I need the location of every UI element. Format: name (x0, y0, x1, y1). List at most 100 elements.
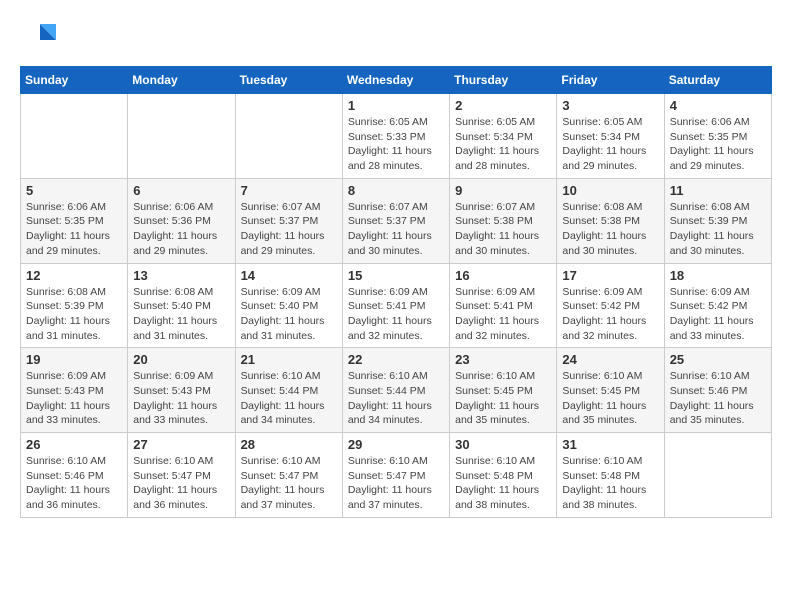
calendar-table: SundayMondayTuesdayWednesdayThursdayFrid… (20, 66, 772, 518)
day-number: 30 (455, 437, 551, 452)
day-info: Sunrise: 6:05 AMSunset: 5:34 PMDaylight:… (455, 115, 551, 174)
day-info: Sunrise: 6:09 AMSunset: 5:43 PMDaylight:… (133, 369, 229, 428)
weekday-header-thursday: Thursday (450, 67, 557, 94)
weekday-header-tuesday: Tuesday (235, 67, 342, 94)
day-number: 10 (562, 183, 658, 198)
calendar-cell: 25 Sunrise: 6:10 AMSunset: 5:46 PMDayligh… (664, 348, 771, 433)
calendar-cell: 23 Sunrise: 6:10 AMSunset: 5:45 PMDayligh… (450, 348, 557, 433)
day-number: 9 (455, 183, 551, 198)
day-info: Sunrise: 6:10 AMSunset: 5:45 PMDaylight:… (562, 369, 658, 428)
day-info: Sunrise: 6:09 AMSunset: 5:41 PMDaylight:… (348, 285, 444, 344)
day-number: 20 (133, 352, 229, 367)
calendar-cell: 13 Sunrise: 6:08 AMSunset: 5:40 PMDayligh… (128, 263, 235, 348)
day-info: Sunrise: 6:08 AMSunset: 5:40 PMDaylight:… (133, 285, 229, 344)
calendar-cell: 14 Sunrise: 6:09 AMSunset: 5:40 PMDayligh… (235, 263, 342, 348)
day-number: 7 (241, 183, 337, 198)
day-number: 22 (348, 352, 444, 367)
week-row-5: 26 Sunrise: 6:10 AMSunset: 5:46 PMDayligh… (21, 433, 772, 518)
calendar-cell: 28 Sunrise: 6:10 AMSunset: 5:47 PMDayligh… (235, 433, 342, 518)
week-row-1: 1 Sunrise: 6:05 AMSunset: 5:33 PMDaylight… (21, 94, 772, 179)
calendar-cell: 7Sunrise: 6:07 AMSunset: 5:37 PMDaylight… (235, 178, 342, 263)
calendar-cell (664, 433, 771, 518)
day-number: 5 (26, 183, 122, 198)
day-number: 4 (670, 98, 766, 113)
header (20, 20, 772, 56)
day-number: 2 (455, 98, 551, 113)
day-number: 29 (348, 437, 444, 452)
day-info: Sunrise: 6:07 AMSunset: 5:37 PMDaylight:… (348, 200, 444, 259)
calendar-cell: 8Sunrise: 6:07 AMSunset: 5:37 PMDaylight… (342, 178, 449, 263)
week-row-2: 5 Sunrise: 6:06 AMSunset: 5:35 PMDaylight… (21, 178, 772, 263)
day-info: Sunrise: 6:10 AMSunset: 5:44 PMDaylight:… (348, 369, 444, 428)
calendar-cell: 1 Sunrise: 6:05 AMSunset: 5:33 PMDaylight… (342, 94, 449, 179)
day-number: 1 (348, 98, 444, 113)
day-info: Sunrise: 6:09 AMSunset: 5:40 PMDaylight:… (241, 285, 337, 344)
day-info: Sunrise: 6:09 AMSunset: 5:42 PMDaylight:… (670, 285, 766, 344)
day-info: Sunrise: 6:10 AMSunset: 5:48 PMDaylight:… (455, 454, 551, 513)
day-number: 21 (241, 352, 337, 367)
day-info: Sunrise: 6:10 AMSunset: 5:47 PMDaylight:… (241, 454, 337, 513)
day-number: 12 (26, 268, 122, 283)
calendar-cell: 16Sunrise: 6:09 AMSunset: 5:41 PMDayligh… (450, 263, 557, 348)
day-number: 3 (562, 98, 658, 113)
calendar-cell: 9 Sunrise: 6:07 AMSunset: 5:38 PMDaylight… (450, 178, 557, 263)
day-number: 27 (133, 437, 229, 452)
day-info: Sunrise: 6:05 AMSunset: 5:34 PMDaylight:… (562, 115, 658, 174)
calendar-cell: 27Sunrise: 6:10 AMSunset: 5:47 PMDayligh… (128, 433, 235, 518)
day-number: 11 (670, 183, 766, 198)
calendar-cell (235, 94, 342, 179)
weekday-header-saturday: Saturday (664, 67, 771, 94)
day-number: 24 (562, 352, 658, 367)
day-info: Sunrise: 6:09 AMSunset: 5:42 PMDaylight:… (562, 285, 658, 344)
calendar-cell (21, 94, 128, 179)
calendar-cell: 30 Sunrise: 6:10 AMSunset: 5:48 PMDayligh… (450, 433, 557, 518)
calendar-cell: 17 Sunrise: 6:09 AMSunset: 5:42 PMDayligh… (557, 263, 664, 348)
day-info: Sunrise: 6:08 AMSunset: 5:38 PMDaylight:… (562, 200, 658, 259)
day-info: Sunrise: 6:10 AMSunset: 5:46 PMDaylight:… (26, 454, 122, 513)
day-number: 31 (562, 437, 658, 452)
day-number: 19 (26, 352, 122, 367)
day-number: 14 (241, 268, 337, 283)
day-number: 15 (348, 268, 444, 283)
calendar-cell: 15 Sunrise: 6:09 AMSunset: 5:41 PMDayligh… (342, 263, 449, 348)
logo-icon (20, 20, 56, 56)
calendar-cell: 31Sunrise: 6:10 AMSunset: 5:48 PMDayligh… (557, 433, 664, 518)
week-row-3: 12 Sunrise: 6:08 AMSunset: 5:39 PMDayligh… (21, 263, 772, 348)
day-info: Sunrise: 6:05 AMSunset: 5:33 PMDaylight:… (348, 115, 444, 174)
weekday-header-monday: Monday (128, 67, 235, 94)
weekday-header-wednesday: Wednesday (342, 67, 449, 94)
day-number: 17 (562, 268, 658, 283)
day-info: Sunrise: 6:06 AMSunset: 5:35 PMDaylight:… (670, 115, 766, 174)
day-number: 25 (670, 352, 766, 367)
day-number: 6 (133, 183, 229, 198)
day-number: 18 (670, 268, 766, 283)
calendar-cell: 10 Sunrise: 6:08 AMSunset: 5:38 PMDayligh… (557, 178, 664, 263)
calendar-cell: 22 Sunrise: 6:10 AMSunset: 5:44 PMDayligh… (342, 348, 449, 433)
day-info: Sunrise: 6:06 AMSunset: 5:36 PMDaylight:… (133, 200, 229, 259)
calendar-cell: 29 Sunrise: 6:10 AMSunset: 5:47 PMDayligh… (342, 433, 449, 518)
day-info: Sunrise: 6:08 AMSunset: 5:39 PMDaylight:… (670, 200, 766, 259)
calendar-cell: 5 Sunrise: 6:06 AMSunset: 5:35 PMDaylight… (21, 178, 128, 263)
calendar-cell: 3 Sunrise: 6:05 AMSunset: 5:34 PMDaylight… (557, 94, 664, 179)
day-info: Sunrise: 6:10 AMSunset: 5:47 PMDaylight:… (348, 454, 444, 513)
calendar-cell: 12 Sunrise: 6:08 AMSunset: 5:39 PMDayligh… (21, 263, 128, 348)
calendar-cell: 2 Sunrise: 6:05 AMSunset: 5:34 PMDaylight… (450, 94, 557, 179)
day-number: 28 (241, 437, 337, 452)
calendar-cell: 21Sunrise: 6:10 AMSunset: 5:44 PMDayligh… (235, 348, 342, 433)
calendar-cell: 24 Sunrise: 6:10 AMSunset: 5:45 PMDayligh… (557, 348, 664, 433)
day-info: Sunrise: 6:10 AMSunset: 5:45 PMDaylight:… (455, 369, 551, 428)
logo (20, 20, 56, 56)
day-info: Sunrise: 6:10 AMSunset: 5:46 PMDaylight:… (670, 369, 766, 428)
day-info: Sunrise: 6:07 AMSunset: 5:38 PMDaylight:… (455, 200, 551, 259)
calendar-cell: 20 Sunrise: 6:09 AMSunset: 5:43 PMDayligh… (128, 348, 235, 433)
day-info: Sunrise: 6:09 AMSunset: 5:41 PMDaylight:… (455, 285, 551, 344)
weekday-header-row: SundayMondayTuesdayWednesdayThursdayFrid… (21, 67, 772, 94)
day-number: 23 (455, 352, 551, 367)
day-info: Sunrise: 6:08 AMSunset: 5:39 PMDaylight:… (26, 285, 122, 344)
day-info: Sunrise: 6:06 AMSunset: 5:35 PMDaylight:… (26, 200, 122, 259)
calendar-cell: 26 Sunrise: 6:10 AMSunset: 5:46 PMDayligh… (21, 433, 128, 518)
day-number: 13 (133, 268, 229, 283)
day-info: Sunrise: 6:09 AMSunset: 5:43 PMDaylight:… (26, 369, 122, 428)
calendar-cell: 6 Sunrise: 6:06 AMSunset: 5:36 PMDaylight… (128, 178, 235, 263)
day-number: 26 (26, 437, 122, 452)
